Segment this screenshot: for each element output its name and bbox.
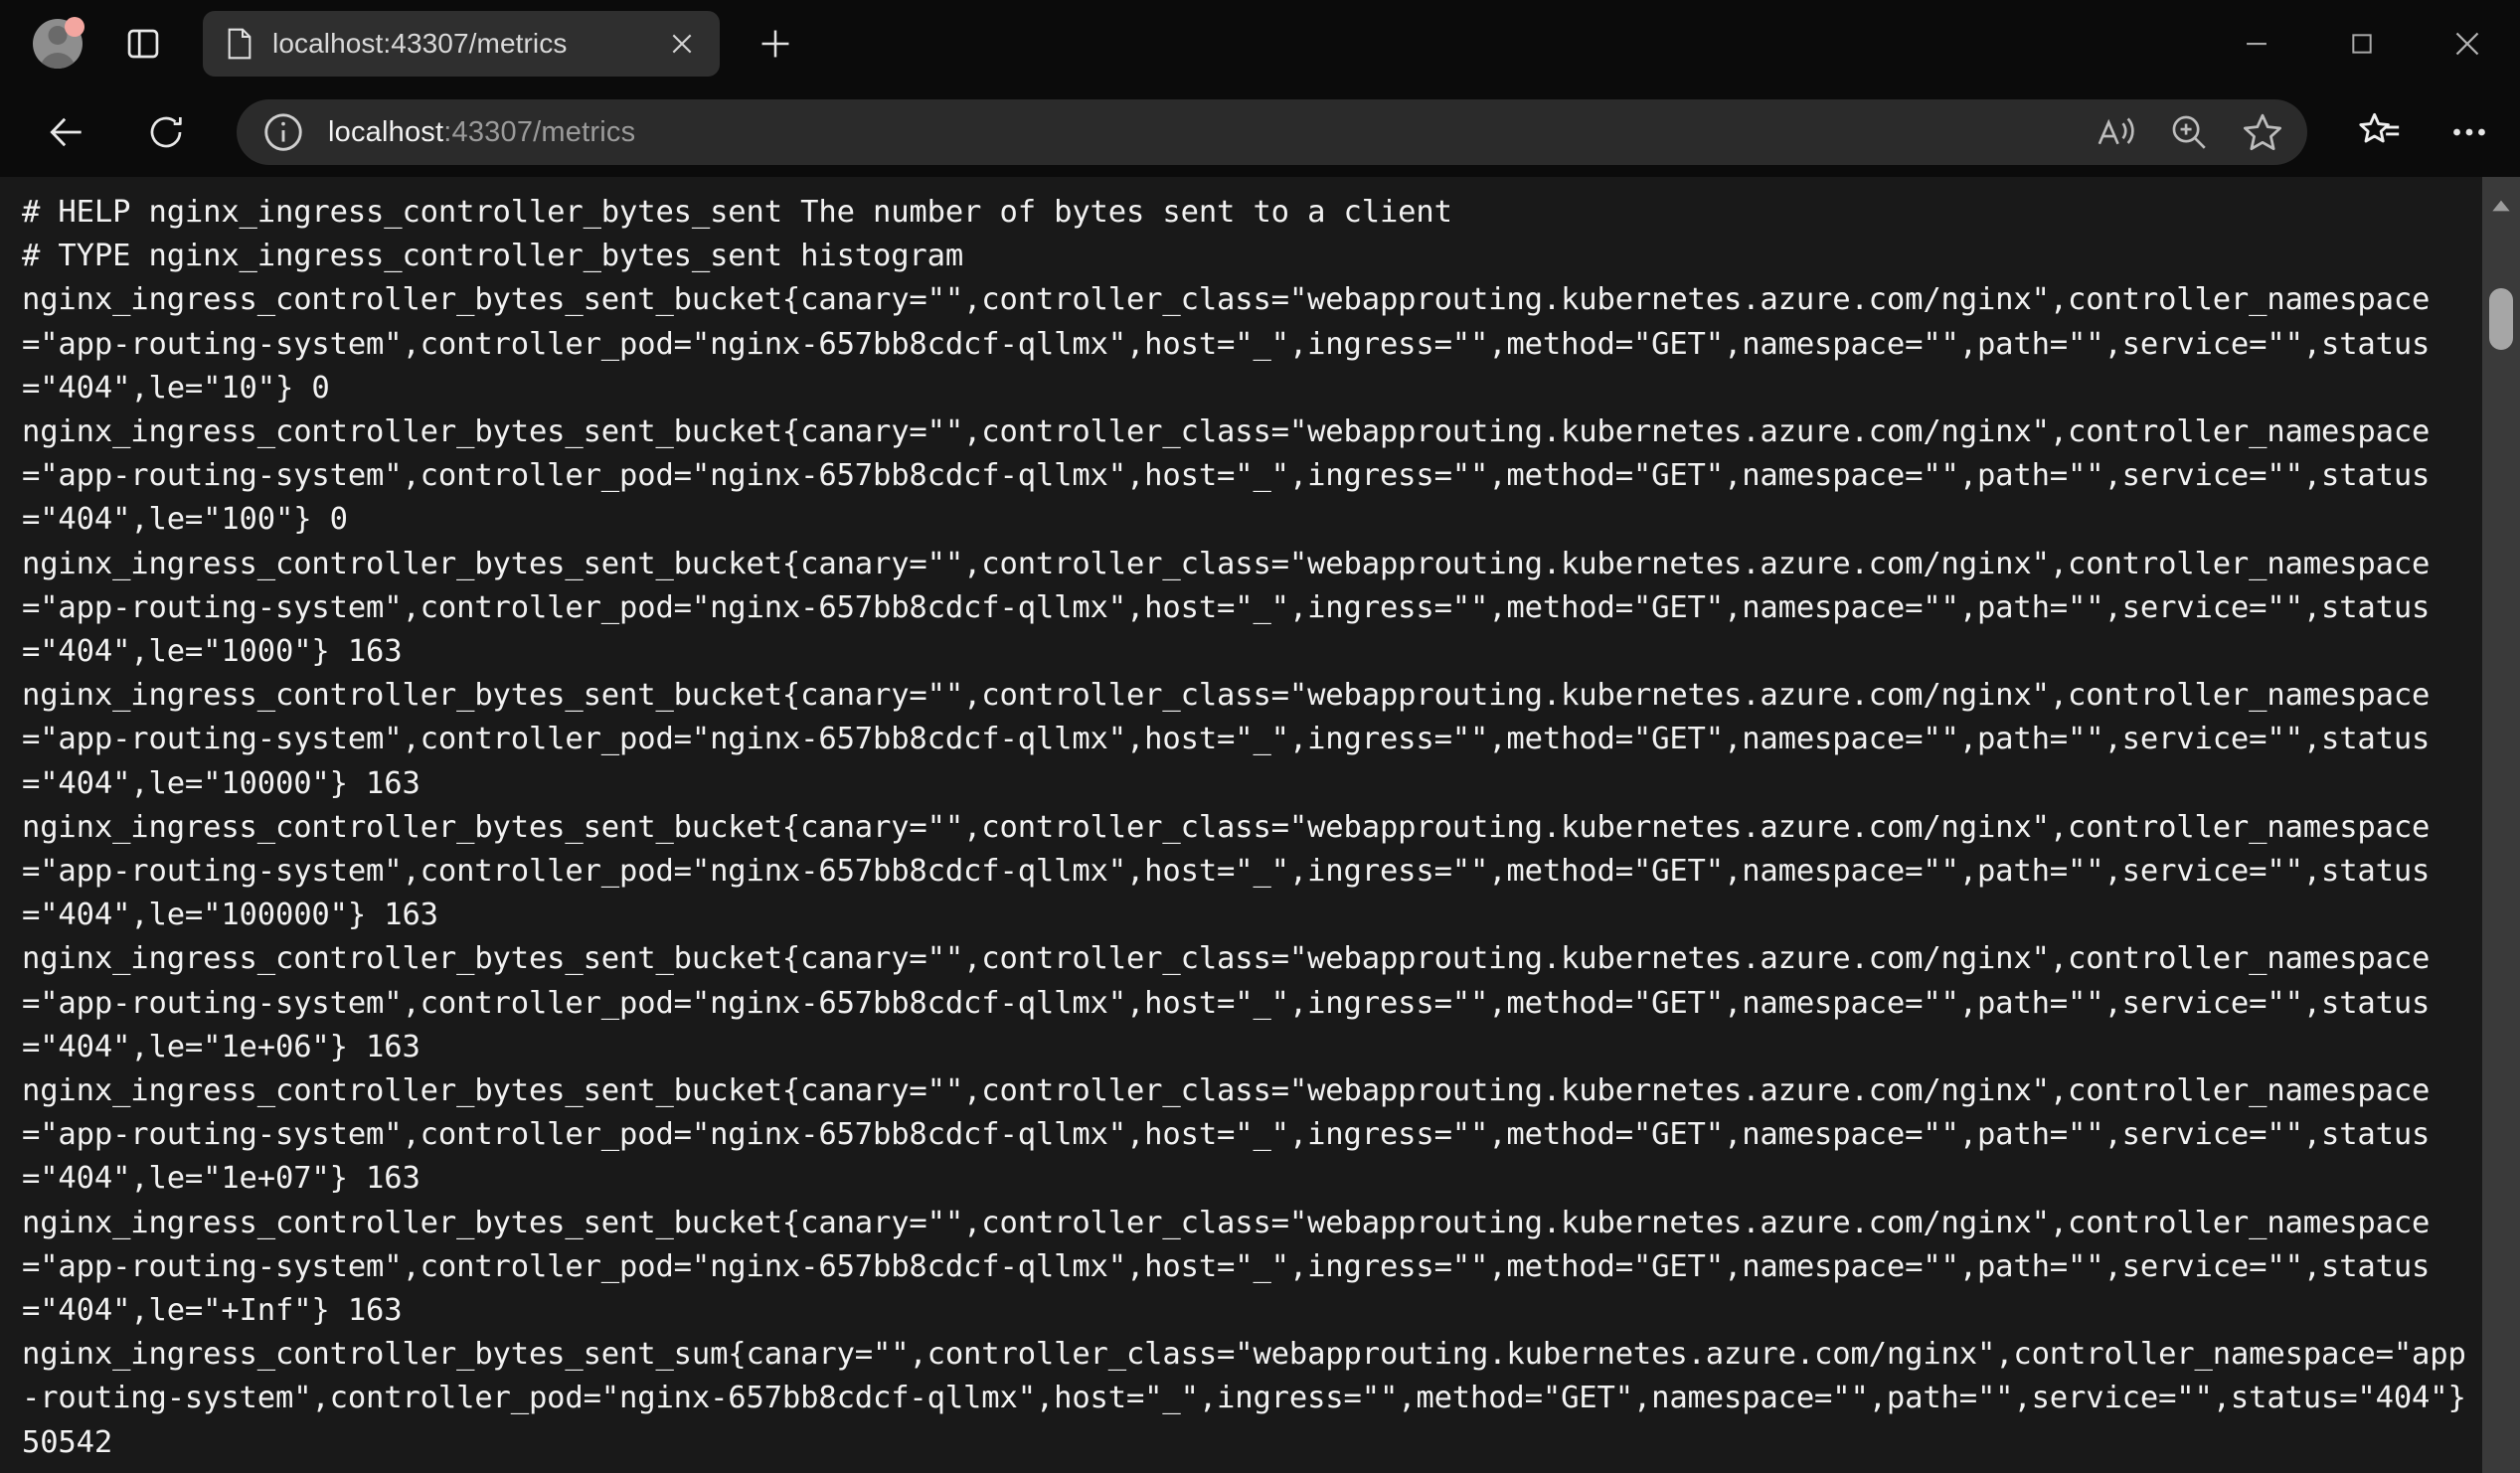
- favorite-button[interactable]: [2228, 101, 2297, 163]
- toolbar-right-actions: [2323, 99, 2502, 165]
- profile-button[interactable]: [22, 8, 93, 80]
- tab-title: localhost:43307/metrics: [272, 28, 568, 59]
- metrics-plaintext: # HELP nginx_ingress_controller_bytes_se…: [22, 195, 2466, 1473]
- address-bar-actions: [2081, 101, 2297, 163]
- document-icon: [228, 28, 252, 60]
- star-icon: [2243, 113, 2282, 151]
- refresh-button[interactable]: [133, 99, 199, 165]
- new-tab-button[interactable]: [746, 14, 805, 74]
- tab-actions-icon: [127, 29, 159, 59]
- maximize-button[interactable]: [2309, 0, 2415, 87]
- browser-window: localhost:43307/metrics localhost:43307/…: [0, 0, 2520, 1473]
- close-icon: [672, 34, 692, 54]
- settings-and-more-button[interactable]: [2436, 99, 2502, 165]
- window-controls: [2204, 0, 2520, 87]
- browser-toolbar: localhost:43307/metrics: [0, 87, 2520, 177]
- scroll-up-arrow-icon[interactable]: [2488, 193, 2514, 219]
- url-text[interactable]: localhost:43307/metrics: [328, 116, 2081, 149]
- collections-icon: [2359, 112, 2400, 143]
- zoom-in-icon: [2172, 115, 2206, 149]
- info-circle-icon[interactable]: [260, 109, 306, 155]
- close-window-button[interactable]: [2415, 0, 2520, 87]
- profile-notification-badge: [65, 17, 84, 37]
- zoom-button[interactable]: [2154, 101, 2224, 163]
- metrics-document: # HELP nginx_ingress_controller_bytes_se…: [0, 177, 2482, 1473]
- tab-actions-button[interactable]: [111, 12, 175, 76]
- tab-strip: localhost:43307/metrics: [0, 0, 2520, 87]
- minimize-icon: [2247, 42, 2267, 46]
- reload-icon: [150, 116, 182, 148]
- back-arrow-icon: [50, 117, 82, 147]
- ellipsis-icon: [2453, 128, 2485, 136]
- vertical-scrollbar[interactable]: [2482, 177, 2520, 1473]
- minimize-button[interactable]: [2204, 0, 2309, 87]
- page-content: # HELP nginx_ingress_controller_bytes_se…: [0, 177, 2520, 1473]
- address-bar[interactable]: localhost:43307/metrics: [237, 99, 2307, 165]
- read-aloud-icon: [2098, 117, 2134, 145]
- collections-button[interactable]: [2347, 99, 2413, 165]
- read-aloud-button[interactable]: [2081, 101, 2150, 163]
- tab-localhost-metrics[interactable]: localhost:43307/metrics: [203, 11, 720, 77]
- plus-icon: [761, 30, 789, 58]
- url-path: :43307/metrics: [443, 115, 636, 148]
- back-button[interactable]: [34, 99, 99, 165]
- tab-close-button[interactable]: [656, 18, 708, 70]
- url-host: localhost: [328, 115, 444, 148]
- maximize-icon: [2352, 34, 2372, 54]
- close-icon: [2455, 32, 2479, 56]
- scrollbar-thumb[interactable]: [2489, 288, 2513, 350]
